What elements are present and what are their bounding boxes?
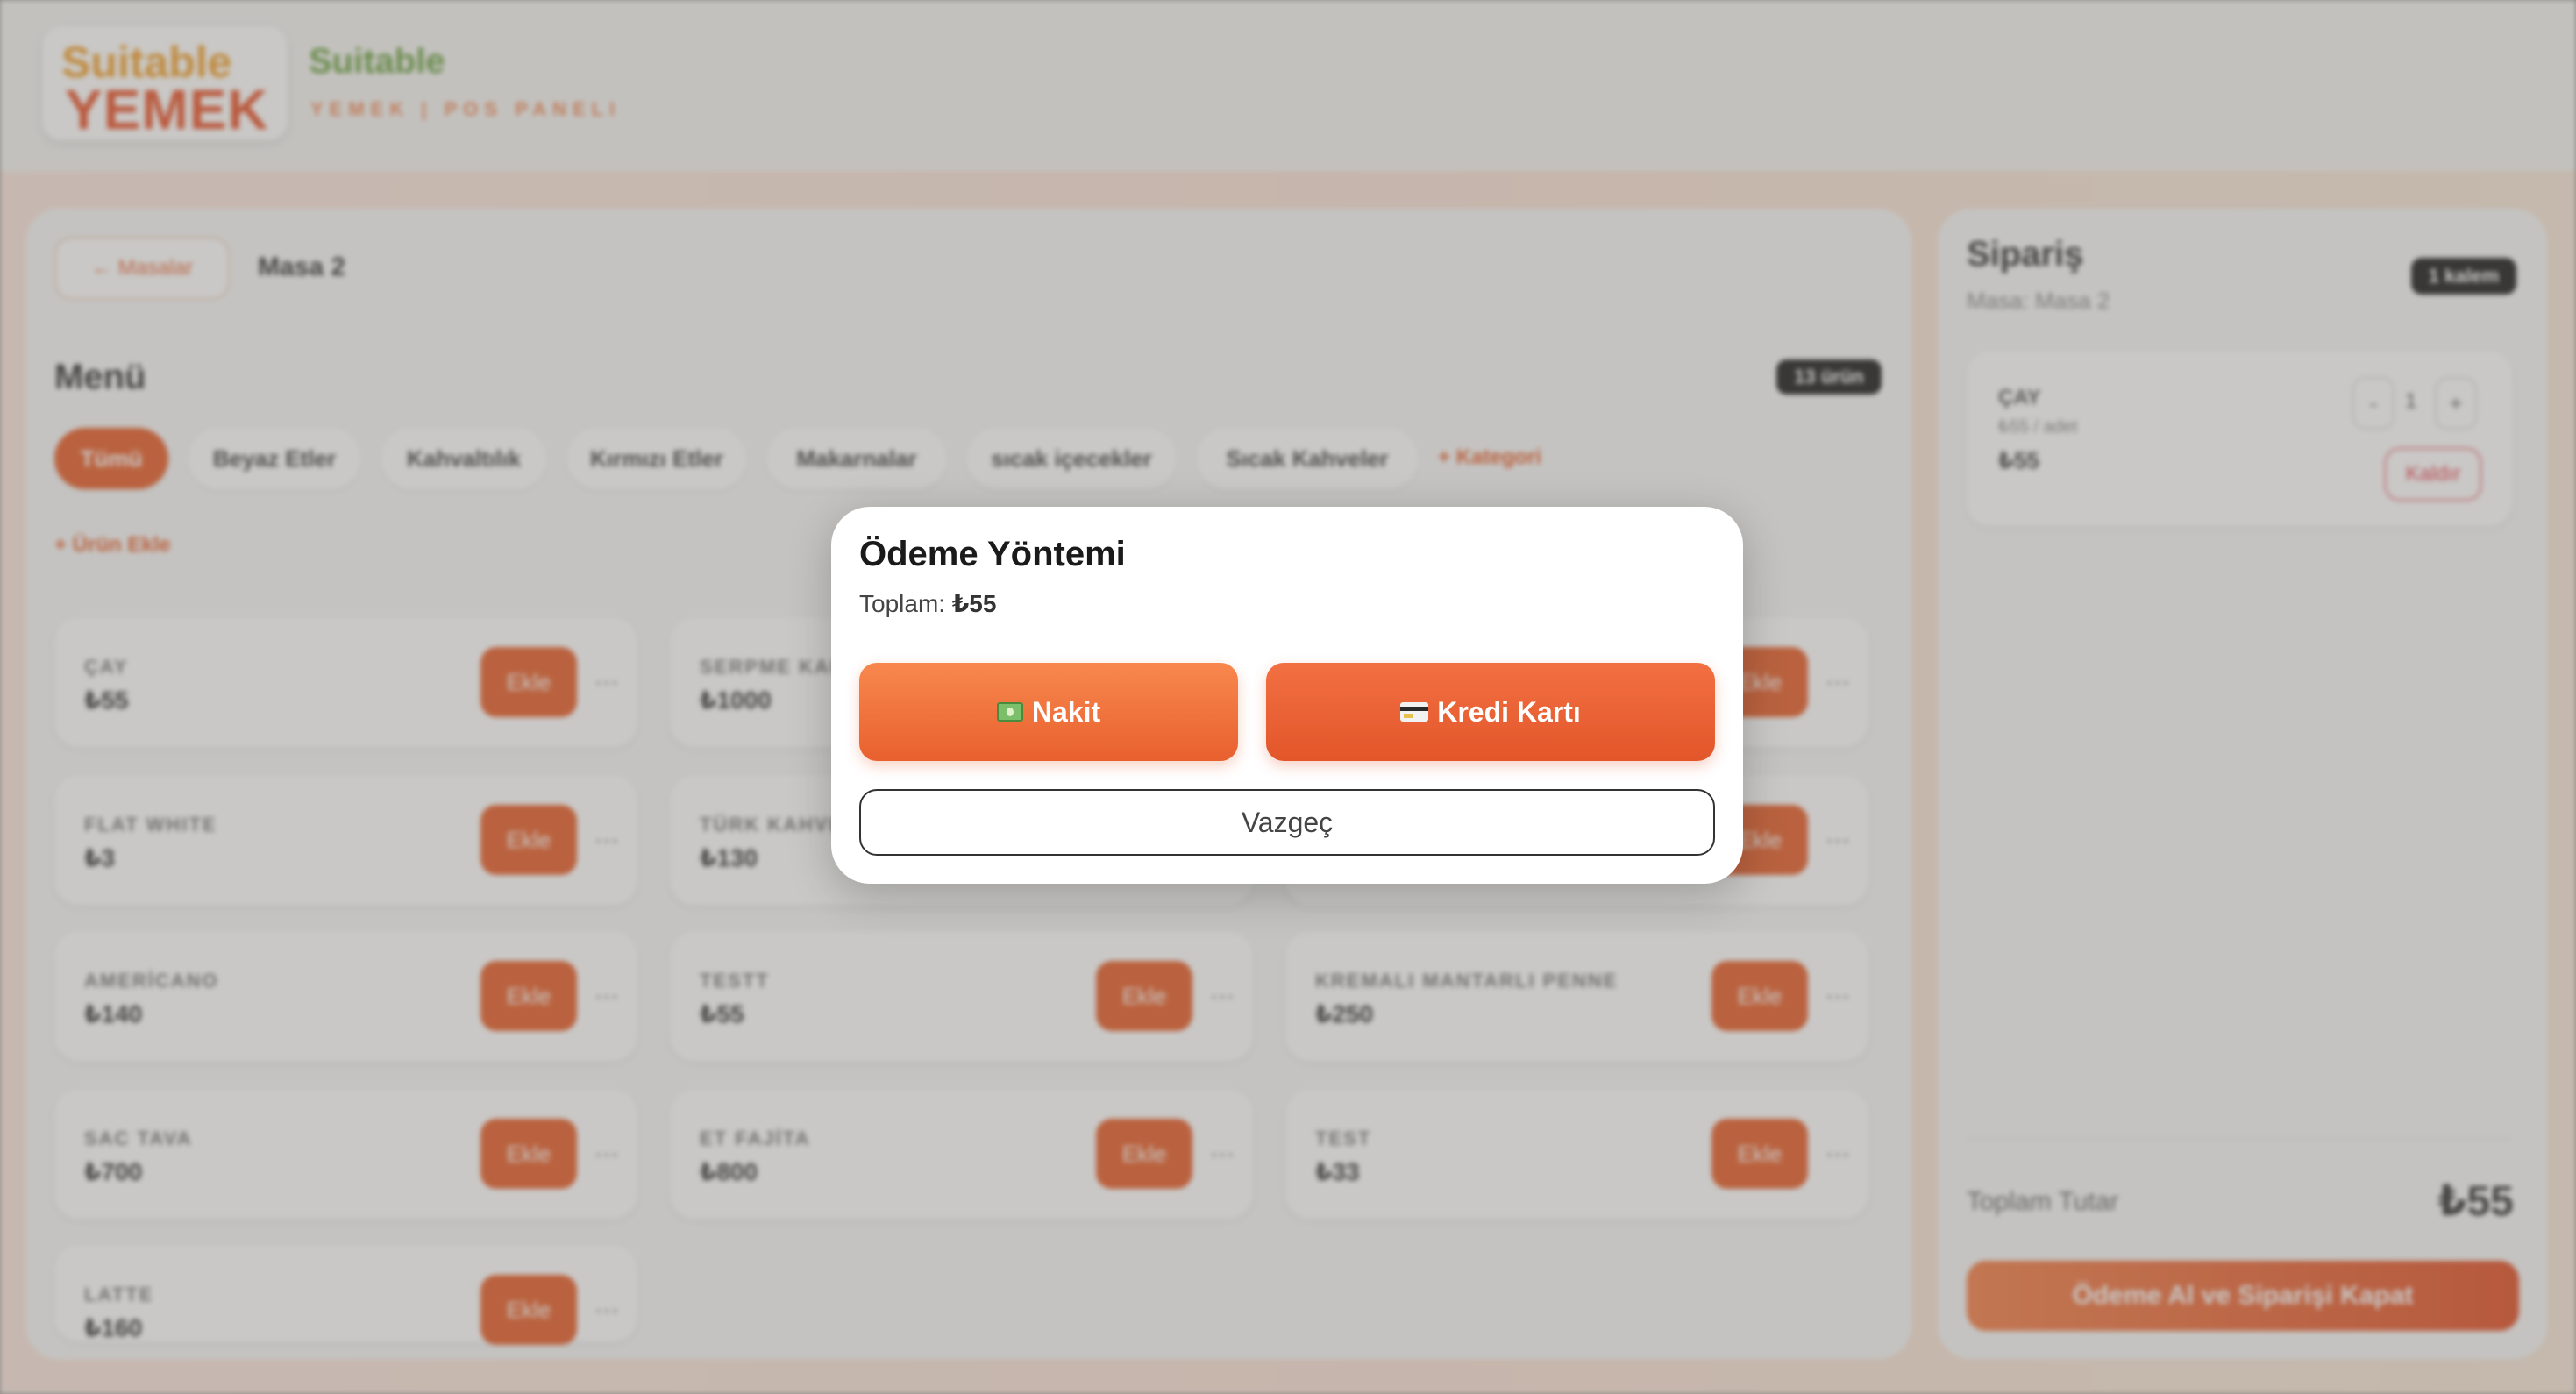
credit-card-icon xyxy=(1400,702,1429,722)
payment-method-dialog: Ödeme Yöntemi Toplam: ₺55 Nakit Kredi Ka… xyxy=(831,507,1743,884)
cancel-button[interactable]: Vazgeç xyxy=(859,789,1715,856)
cash-payment-button[interactable]: Nakit xyxy=(859,663,1238,761)
cash-label: Nakit xyxy=(1031,695,1101,728)
dialog-title: Ödeme Yöntemi xyxy=(859,535,1126,573)
dialog-total: Toplam: ₺55 xyxy=(859,589,996,618)
dialog-total-label: Toplam: xyxy=(859,590,946,617)
dialog-total-amount: ₺55 xyxy=(951,590,997,617)
banknote-icon xyxy=(996,702,1023,722)
credit-card-payment-button[interactable]: Kredi Kartı xyxy=(1266,663,1715,761)
card-label: Kredi Kartı xyxy=(1437,695,1581,728)
